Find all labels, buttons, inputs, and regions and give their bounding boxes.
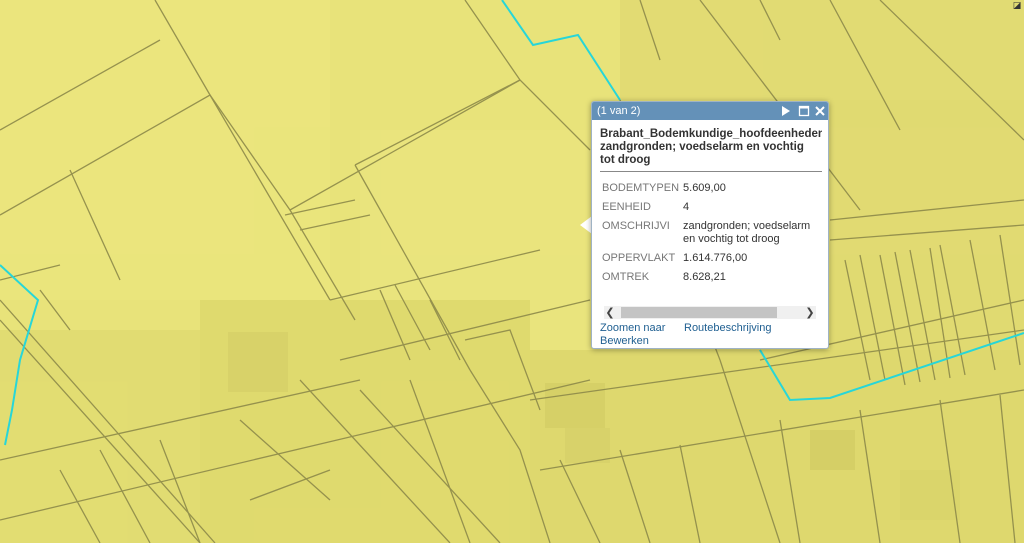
attribute-value: 8.628,21 [683,271,726,283]
scrollbar-thumb[interactable] [621,307,777,318]
attribute-key: BODEMTYPEN [602,182,680,194]
edit-link[interactable]: Bewerken [600,335,649,348]
attribute-row: OMTREK 8.628,21 [600,268,820,287]
scroll-left-icon[interactable]: ❮ [604,306,616,319]
popup-title-line-1: Brabant_Bodemkundige_hoofdeenheden: [600,128,822,140]
popup-title: Brabant_Bodemkundige_hoofdeenheden: zand… [600,128,822,172]
info-popup: (1 van 2) Brabant_Bodemkundige_hoofdeenh… [591,101,829,349]
popup-body: Brabant_Bodemkundige_hoofdeenheden: zand… [592,120,828,287]
attribute-value: 5.609,00 [683,182,726,194]
attribute-key: EENHEID [602,201,651,213]
attribute-row: OPPERVLAKT 1.614.776,00 [600,249,820,268]
horizontal-scrollbar[interactable]: ❮ ❯ [604,306,816,319]
attribute-row: OMSCHRIJVI zandgronden; voedselarm en vo… [600,217,820,249]
attribute-key: OMSCHRIJVI [602,220,670,232]
maximize-icon[interactable] [798,104,810,118]
directions-link[interactable]: Routebeschrijving [684,322,771,335]
popup-header: (1 van 2) [592,102,828,120]
attribute-value: 4 [683,201,690,213]
zoom-to-link[interactable]: Zoomen naar [600,322,665,335]
popup-title-line-2: zandgronden; voedselarm en vochtig [600,141,804,153]
map-canvas[interactable] [0,0,1024,543]
attribute-key: OMTREK [602,271,650,283]
close-icon[interactable] [814,104,826,118]
attribute-table: BODEMTYPEN 5.609,00 EENHEID 4 OMSCHRIJVI… [600,179,820,287]
feature-counter: (1 van 2) [597,105,641,117]
resize-icon[interactable]: ◪ [1012,1,1022,11]
attribute-row: EENHEID 4 [600,198,820,217]
attribute-value: 1.614.776,00 [683,252,748,264]
attribute-key: OPPERVLAKT [602,252,676,264]
next-feature-icon[interactable] [780,104,792,118]
attribute-row: BODEMTYPEN 5.609,00 [600,179,820,198]
attribute-value: zandgronden; voedselarm en vochtig tot d… [683,220,811,245]
scroll-right-icon[interactable]: ❯ [804,306,816,319]
popup-title-line-3: tot droog [600,154,651,166]
